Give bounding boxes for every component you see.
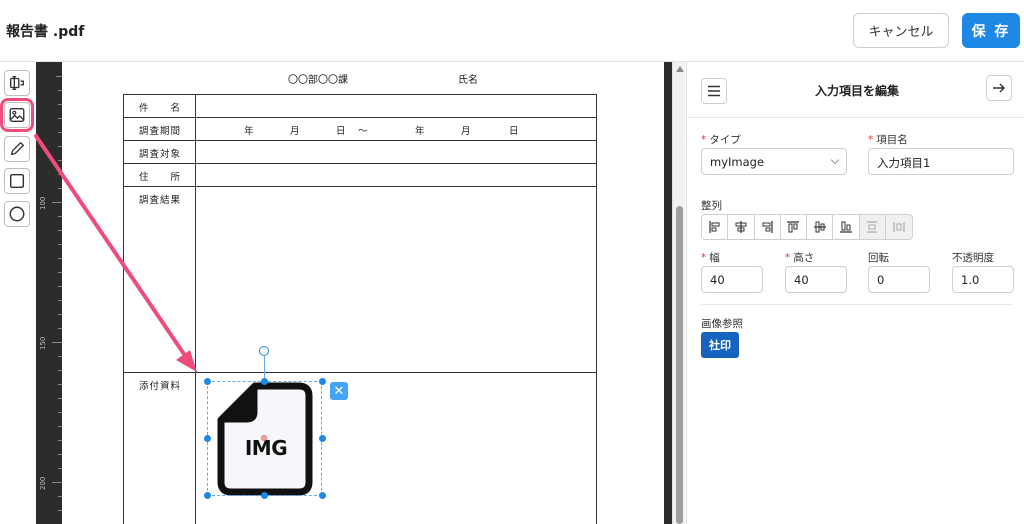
square-icon	[9, 173, 25, 189]
rotation-label: 回転	[868, 252, 889, 264]
item-name-input[interactable]: 入力項目1	[868, 148, 1014, 175]
pdf-canvas[interactable]: 〇〇部〇〇課 氏名 件 名 調査期間 調査対象 住 所 調査結果 添付資料 年 …	[62, 62, 664, 524]
resize-handle-e[interactable]	[319, 435, 326, 442]
resize-handle-se[interactable]	[319, 492, 326, 499]
hamburger-icon	[708, 85, 720, 97]
resize-handle-n[interactable]	[261, 378, 268, 385]
period-day: 日	[509, 126, 519, 137]
type-select[interactable]: myImage	[701, 148, 847, 175]
report-form-table: 件 名 調査期間 調査対象 住 所 調査結果 添付資料 年 月 日 〜 年 月 …	[123, 94, 597, 524]
rotation-handle[interactable]	[259, 346, 269, 356]
align-center-h-icon	[735, 221, 747, 233]
square-tool[interactable]	[4, 168, 30, 194]
chevron-down-icon	[830, 155, 840, 165]
align-left-icon	[709, 221, 720, 233]
tool-sidebar	[0, 62, 36, 524]
panel-divider	[701, 304, 1013, 305]
row-label-result: 調査結果	[138, 195, 181, 206]
opacity-input[interactable]: 1.0	[952, 266, 1014, 293]
app-header: 報告書 .pdf キャンセル 保 存	[0, 0, 1024, 62]
resize-handle-ne[interactable]	[319, 378, 326, 385]
width-input[interactable]: 40	[701, 266, 763, 293]
distribute-vertical-icon	[867, 221, 878, 233]
align-left-button[interactable]	[702, 215, 729, 239]
align-top-button[interactable]	[780, 215, 807, 239]
period-year: 年	[415, 126, 425, 137]
company-seal-button[interactable]: 社印	[701, 332, 739, 358]
row-label-attachment: 添付資料	[138, 381, 181, 392]
scroll-up-arrow-icon[interactable]	[676, 66, 684, 72]
row-label-target: 調査対象	[138, 149, 181, 160]
align-bottom-button[interactable]	[833, 215, 860, 239]
period-tilde: 〜	[358, 126, 368, 137]
resize-handle-sw[interactable]	[204, 492, 211, 499]
circle-icon	[9, 206, 25, 222]
align-bottom-icon	[839, 221, 852, 233]
resize-handle-w[interactable]	[204, 435, 211, 442]
align-button-group	[701, 214, 913, 240]
circle-tool[interactable]	[4, 201, 30, 227]
align-middle-button[interactable]	[807, 215, 834, 239]
rotation-input[interactable]: 0	[868, 266, 930, 293]
align-label: 整列	[701, 200, 722, 212]
type-label: * タイプ	[701, 134, 741, 146]
image-ref-label: 画像参照	[701, 318, 743, 330]
department-text: 〇〇部〇〇課	[288, 75, 348, 86]
document-title: 報告書 .pdf	[6, 24, 85, 40]
item-name-label: * 項目名	[868, 134, 908, 146]
panel-header: 入力項目を編集	[687, 62, 1024, 118]
image-icon	[9, 108, 25, 122]
width-label: * 幅	[701, 252, 720, 264]
opacity-label: 不透明度	[952, 252, 994, 264]
align-middle-icon	[813, 221, 826, 233]
save-button[interactable]: 保 存	[962, 13, 1020, 48]
align-center-h-button[interactable]	[728, 215, 755, 239]
cancel-button[interactable]: キャンセル	[853, 13, 949, 48]
name-label: 氏名	[458, 75, 478, 86]
property-panel: 入力項目を編集 * タイプ myImage * 項目名 入力項目1 整列 * 幅 40…	[686, 62, 1024, 524]
period-month: 月	[461, 126, 471, 137]
distribute-vertical-button[interactable]	[859, 215, 886, 239]
page-edge	[664, 62, 672, 524]
vertical-ruler: 100 150 200	[36, 62, 62, 524]
panel-menu-button[interactable]	[701, 78, 727, 104]
scroll-thumb[interactable]	[676, 206, 683, 524]
resize-handle-nw[interactable]	[204, 378, 211, 385]
period-day: 日	[336, 126, 346, 137]
canvas-scrollbar[interactable]	[672, 62, 685, 524]
center-point	[261, 435, 267, 441]
delete-element-button[interactable]: ✕	[330, 382, 348, 400]
text-field-tool[interactable]	[4, 70, 30, 96]
resize-handle-s[interactable]	[261, 492, 268, 499]
height-label: * 高さ	[785, 252, 815, 264]
row-label-period: 調査期間	[138, 126, 181, 137]
ruler-label: 100	[39, 196, 47, 210]
panel-title: 入力項目を編集	[814, 84, 899, 98]
align-right-icon	[762, 221, 773, 233]
row-label-address: 住 所	[138, 172, 181, 183]
image-tool[interactable]	[0, 98, 34, 132]
ruler-label: 150	[39, 336, 47, 350]
ruler-label: 200	[39, 476, 47, 490]
pencil-tool[interactable]	[4, 136, 30, 162]
arrow-right-icon	[993, 83, 1005, 93]
distribute-horizontal-button[interactable]	[885, 215, 912, 239]
panel-exit-button[interactable]	[986, 75, 1012, 101]
pencil-icon	[10, 142, 24, 156]
row-label-item-name: 件 名	[138, 103, 181, 114]
period-year: 年	[244, 126, 254, 137]
align-right-button[interactable]	[754, 215, 781, 239]
distribute-horizontal-icon	[893, 222, 905, 232]
align-top-icon	[787, 221, 800, 233]
text-field-icon	[10, 76, 24, 90]
height-input[interactable]: 40	[785, 266, 847, 293]
period-month: 月	[290, 126, 300, 137]
